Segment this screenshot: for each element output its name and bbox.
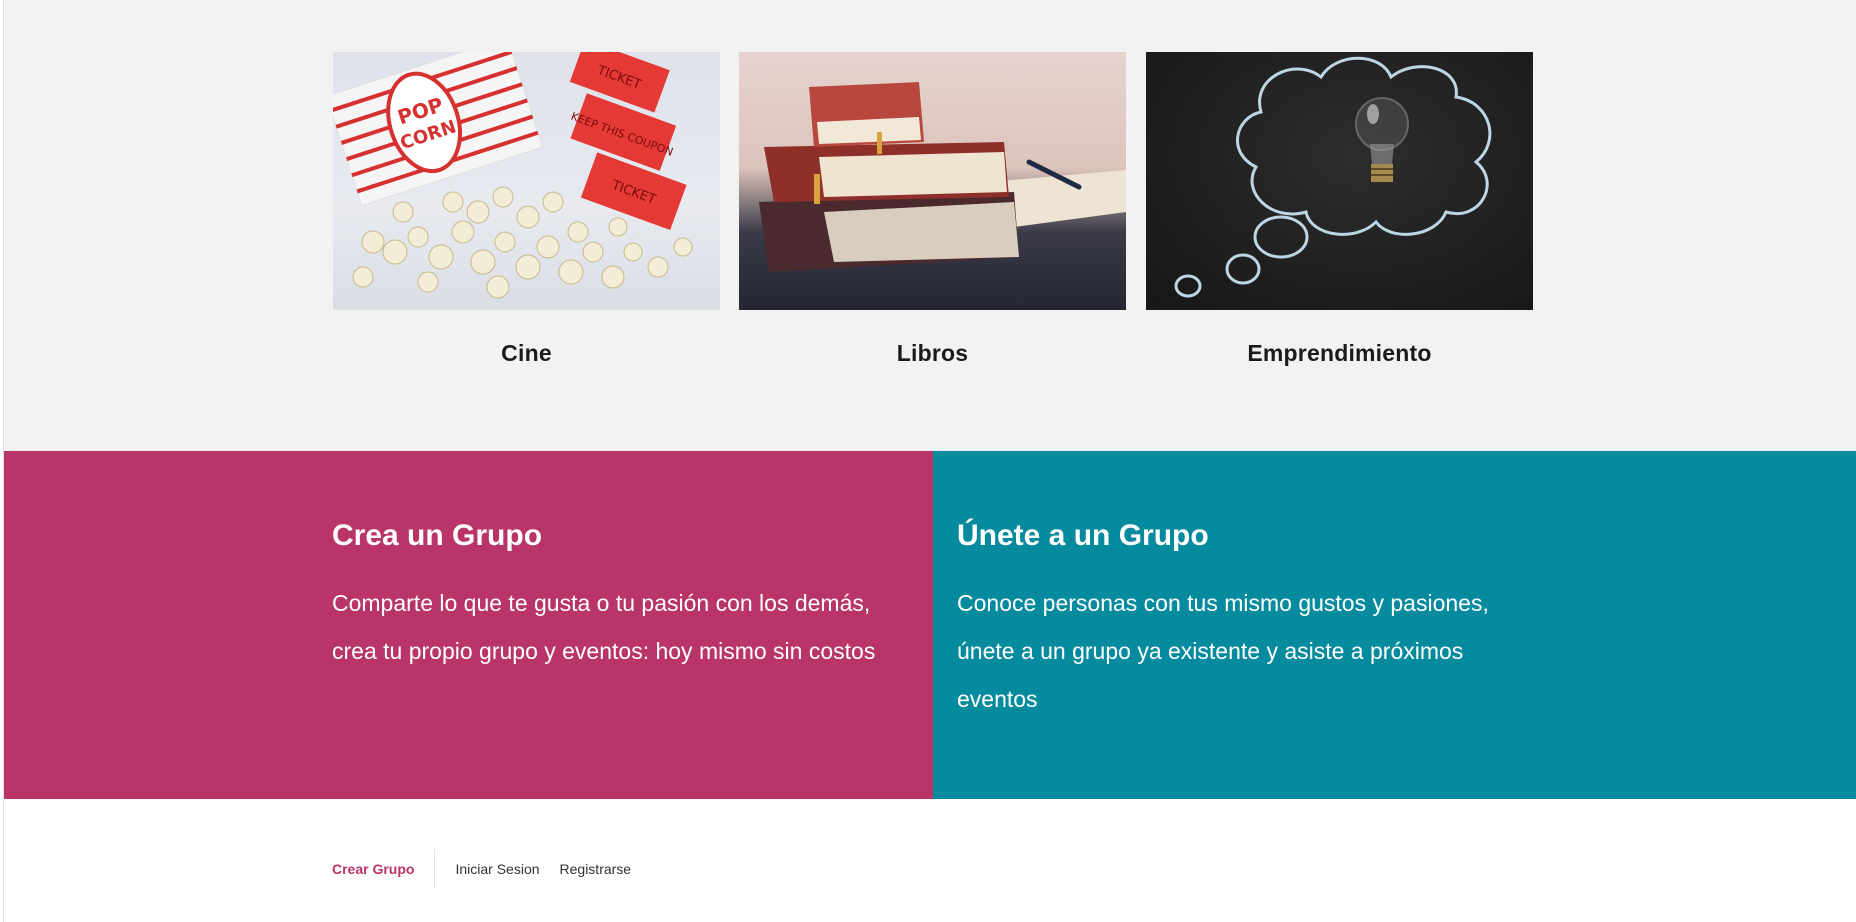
category-title[interactable]: Libros <box>739 340 1126 367</box>
footer-link-create-group[interactable]: Crear Grupo <box>332 861 414 877</box>
footer: Crear Grupo Iniciar Sesion Registrarse <box>4 799 1856 922</box>
join-group-panel: Únete a un Grupo Conoce personas con tus… <box>933 451 1856 799</box>
footer-link-register[interactable]: Registrarse <box>560 861 632 877</box>
create-group-panel: Crea un Grupo Comparte lo que te gusta o… <box>4 451 933 799</box>
stacked-books-image[interactable] <box>739 52 1126 310</box>
category-card-cine[interactable]: POP CORN TICKET KEEP THIS COUPON TICKET <box>333 52 720 367</box>
category-card-emprendimiento[interactable]: Emprendimiento <box>1146 52 1533 367</box>
category-card-libros[interactable]: Libros <box>739 52 1126 367</box>
footer-nav: Crear Grupo Iniciar Sesion Registrarse <box>332 849 631 889</box>
footer-divider <box>434 849 436 889</box>
join-group-heading: Únete a un Grupo <box>957 519 1209 552</box>
join-group-description: Conoce personas con tus mismo gustos y p… <box>957 590 1489 712</box>
category-title[interactable]: Cine <box>333 340 720 367</box>
categories-section: POP CORN TICKET KEEP THIS COUPON TICKET <box>4 0 1856 451</box>
create-group-description: Comparte lo que te gusta o tu pasión con… <box>332 590 876 664</box>
page-left-edge <box>0 0 4 922</box>
footer-link-login[interactable]: Iniciar Sesion <box>455 861 539 877</box>
category-title[interactable]: Emprendimiento <box>1146 340 1533 367</box>
create-group-heading: Crea un Grupo <box>332 519 543 552</box>
lightbulb-chalkboard-image[interactable] <box>1146 52 1533 310</box>
popcorn-tickets-image[interactable]: POP CORN TICKET KEEP THIS COUPON TICKET <box>333 52 720 310</box>
